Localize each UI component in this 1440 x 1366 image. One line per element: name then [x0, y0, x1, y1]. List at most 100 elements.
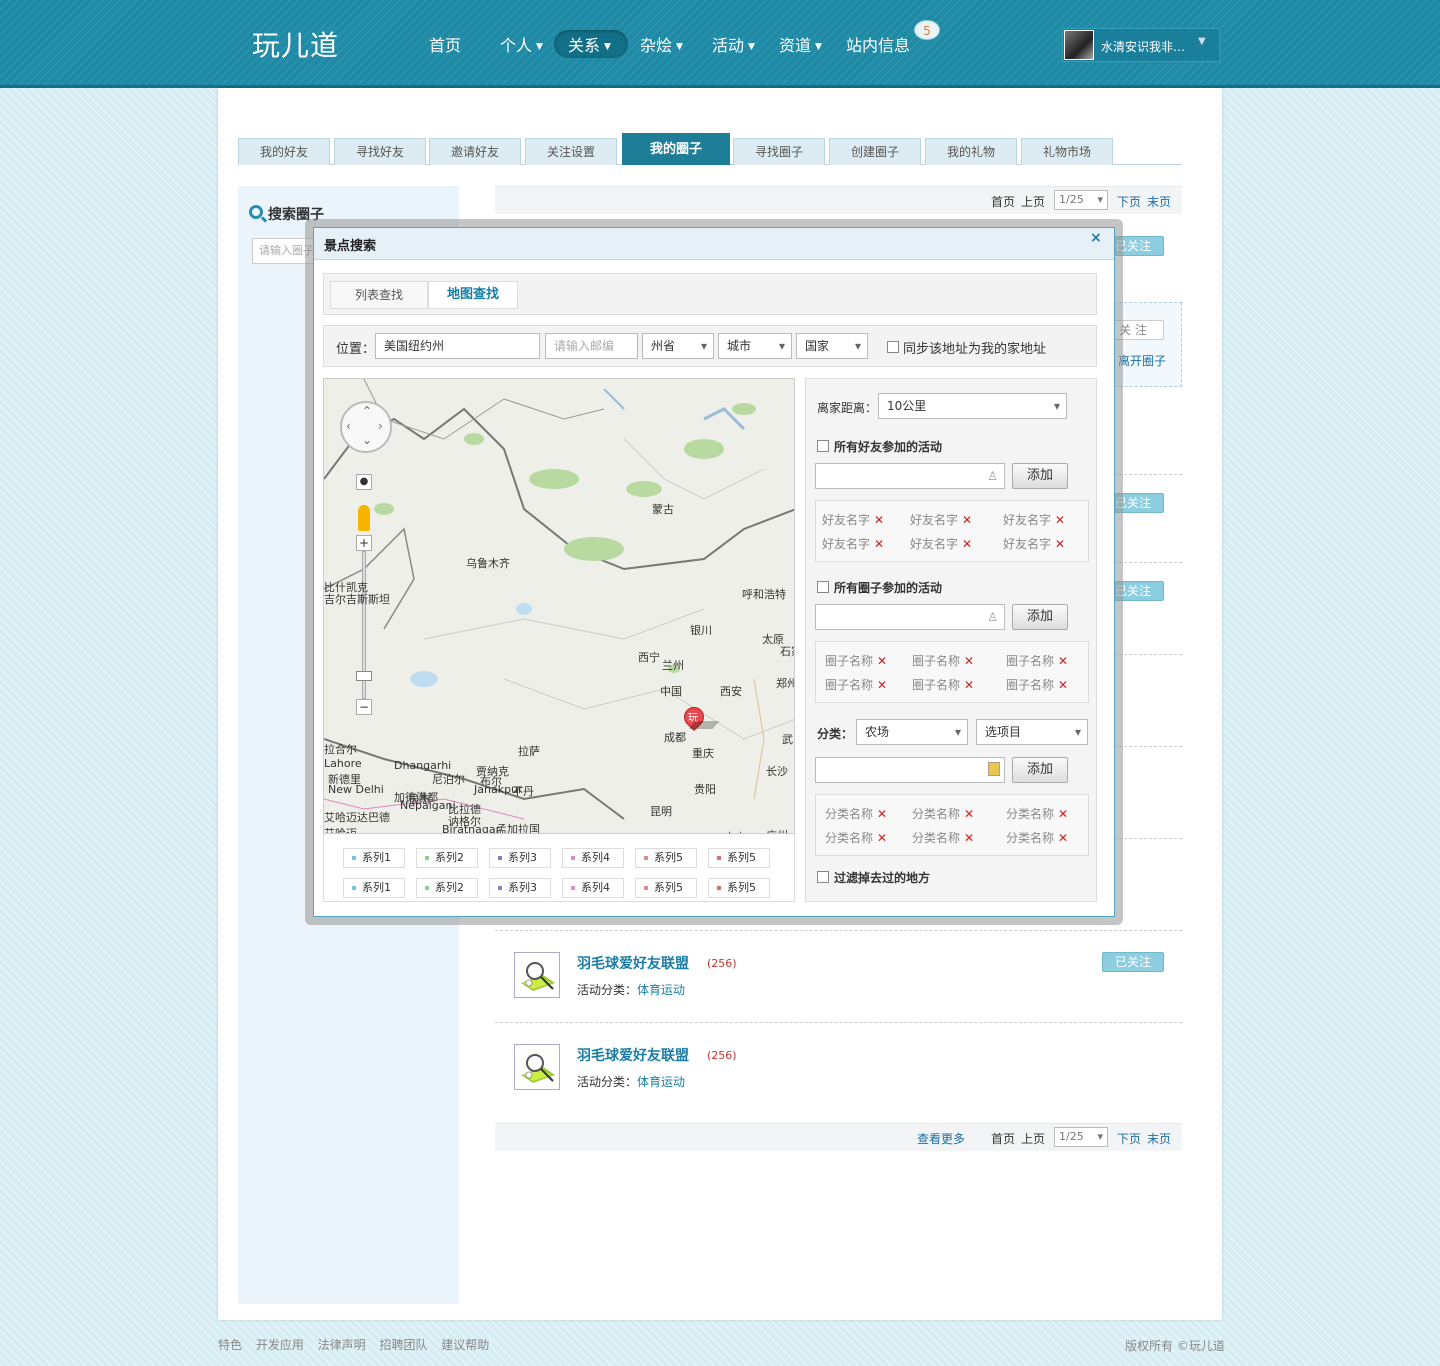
remove-icon[interactable]: ✕ [877, 654, 887, 668]
friend-input[interactable]: ♙ [815, 463, 1005, 489]
filter-visited-checkbox[interactable] [817, 871, 829, 883]
remove-icon[interactable]: ✕ [877, 678, 887, 692]
tab-2[interactable]: 邀请好友 [429, 138, 521, 165]
city-select[interactable]: 城市 [718, 333, 792, 359]
remove-icon[interactable]: ✕ [877, 807, 887, 821]
zoom-out-icon[interactable]: − [356, 699, 372, 715]
legend-series-1[interactable]: 系列1 [343, 848, 405, 868]
tab-3[interactable]: 关注设置 [525, 138, 617, 165]
nav-item-4[interactable]: 活动 ▼ [712, 32, 755, 56]
group-name[interactable]: 羽毛球爱好友联盟 [577, 1045, 689, 1065]
site-logo[interactable]: 玩儿道 [252, 24, 339, 64]
circle-input[interactable]: ♙ [815, 604, 1005, 630]
map-pan-control[interactable]: ⌃ ⌄ ‹ › [340, 401, 392, 453]
pager-last[interactable]: 末页 [1147, 1130, 1171, 1147]
remove-icon[interactable]: ✕ [1058, 654, 1068, 668]
tab-1[interactable]: 寻找好友 [334, 138, 426, 165]
pager-last[interactable]: 末页 [1147, 193, 1171, 210]
remove-icon[interactable]: ✕ [1055, 513, 1065, 527]
sync-home-checkbox[interactable] [887, 341, 899, 353]
tab-list-search[interactable]: 列表查找 [330, 281, 428, 309]
pager-prev[interactable]: 上页 [1021, 193, 1045, 210]
add-circle-button[interactable]: 添加 [1012, 604, 1068, 630]
circles-activity-checkbox[interactable] [817, 581, 829, 593]
legend-series-2[interactable]: 系列2 [416, 878, 478, 898]
group-name[interactable]: 羽毛球爱好友联盟 [577, 953, 689, 973]
pager-select[interactable]: 1/25 [1054, 1127, 1108, 1147]
remove-icon[interactable]: ✕ [964, 654, 974, 668]
pager-first[interactable]: 首页 [991, 193, 1015, 210]
group-thumbnail[interactable] [514, 952, 560, 998]
legend-series-3[interactable]: 系列3 [489, 878, 551, 898]
remove-icon[interactable]: ✕ [874, 513, 884, 527]
pager-select[interactable]: 1/25 [1054, 190, 1108, 210]
user-name[interactable]: 水清安识我非… [1101, 38, 1193, 55]
remove-icon[interactable]: ✕ [964, 807, 974, 821]
zoom-slider-handle[interactable] [356, 671, 372, 681]
pan-right-icon[interactable]: › [378, 419, 383, 433]
state-select[interactable]: 州省 [642, 333, 714, 359]
legend-series-4[interactable]: 系列4 [562, 848, 624, 868]
map-center-icon[interactable]: ● [356, 474, 372, 490]
map-view[interactable]: ⌃⌄‹› ● + − 玩 蒙古乌鲁木齐呼和浩特银川太原石家西宁兰州郑州中国西安拉… [323, 378, 795, 834]
close-icon[interactable]: × [1090, 230, 1102, 246]
view-more-link[interactable]: 查看更多 [917, 1130, 965, 1147]
remove-icon[interactable]: ✕ [1058, 807, 1068, 821]
chevron-down-icon[interactable]: ▼ [1198, 36, 1206, 47]
legend-series-6[interactable]: 系列5 [708, 878, 770, 898]
remove-icon[interactable]: ✕ [1055, 537, 1065, 551]
tab-6[interactable]: 创建圈子 [829, 138, 921, 165]
tab-5[interactable]: 寻找圈子 [733, 138, 825, 165]
zip-input[interactable]: 请输入邮编 [545, 333, 638, 359]
nav-item-3[interactable]: 杂烩 ▼ [640, 32, 683, 56]
remove-icon[interactable]: ✕ [962, 537, 972, 551]
tab-4[interactable]: 我的圈子 [622, 133, 730, 165]
legend-series-3[interactable]: 系列3 [489, 848, 551, 868]
nav-item-5[interactable]: 资道 ▼ [779, 32, 822, 56]
street-view-icon[interactable] [358, 505, 370, 531]
pager-first[interactable]: 首页 [991, 1130, 1015, 1147]
category-link[interactable]: 体育运动 [637, 1075, 685, 1089]
tab-8[interactable]: 礼物市场 [1021, 138, 1113, 165]
legend-series-1[interactable]: 系列1 [343, 878, 405, 898]
nav-item-2[interactable]: 关系 ▼ [568, 32, 611, 56]
followed-button[interactable]: 已关注 [1102, 952, 1164, 972]
remove-icon[interactable]: ✕ [1058, 831, 1068, 845]
add-friend-button[interactable]: 添加 [1012, 463, 1068, 489]
zoom-in-icon[interactable]: + [356, 535, 372, 551]
nav-item-1[interactable]: 个人 ▼ [500, 32, 543, 56]
option-select[interactable]: 选项目 [976, 719, 1088, 745]
category-link[interactable]: 体育运动 [637, 983, 685, 997]
friends-activity-checkbox[interactable] [817, 440, 829, 452]
legend-series-4[interactable]: 系列4 [562, 878, 624, 898]
pan-down-icon[interactable]: ⌄ [362, 433, 372, 447]
distance-select[interactable]: 10公里 [878, 393, 1067, 419]
pager-next[interactable]: 下页 [1117, 193, 1141, 210]
remove-icon[interactable]: ✕ [962, 513, 972, 527]
pager-prev[interactable]: 上页 [1021, 1130, 1045, 1147]
group-thumbnail[interactable] [514, 1044, 560, 1090]
tab-0[interactable]: 我的好友 [238, 138, 330, 165]
remove-icon[interactable]: ✕ [877, 831, 887, 845]
nav-item-0[interactable]: 首页 [429, 32, 461, 56]
pager-next[interactable]: 下页 [1117, 1130, 1141, 1147]
category-input[interactable] [815, 757, 1005, 783]
nav-item-6[interactable]: 站内信息 [846, 32, 910, 56]
footer-links[interactable]: 特色 开发应用 法律声明 招聘团队 建议帮助 [218, 1336, 489, 1353]
tab-7[interactable]: 我的礼物 [925, 138, 1017, 165]
remove-icon[interactable]: ✕ [1058, 678, 1068, 692]
tab-map-search[interactable]: 地图查找 [428, 281, 518, 309]
legend-series-6[interactable]: 系列5 [708, 848, 770, 868]
leave-circle-link[interactable]: 离开圈子 [1118, 352, 1166, 369]
legend-series-5[interactable]: 系列5 [635, 878, 697, 898]
country-select[interactable]: 国家 [796, 333, 868, 359]
pan-up-icon[interactable]: ⌃ [362, 404, 372, 418]
category-select[interactable]: 农场 [856, 719, 968, 745]
remove-icon[interactable]: ✕ [964, 678, 974, 692]
location-input[interactable]: 美国纽约州 [375, 333, 540, 359]
pan-left-icon[interactable]: ‹ [346, 419, 351, 433]
remove-icon[interactable]: ✕ [964, 831, 974, 845]
add-category-button[interactable]: 添加 [1012, 757, 1068, 783]
legend-series-2[interactable]: 系列2 [416, 848, 478, 868]
remove-icon[interactable]: ✕ [874, 537, 884, 551]
